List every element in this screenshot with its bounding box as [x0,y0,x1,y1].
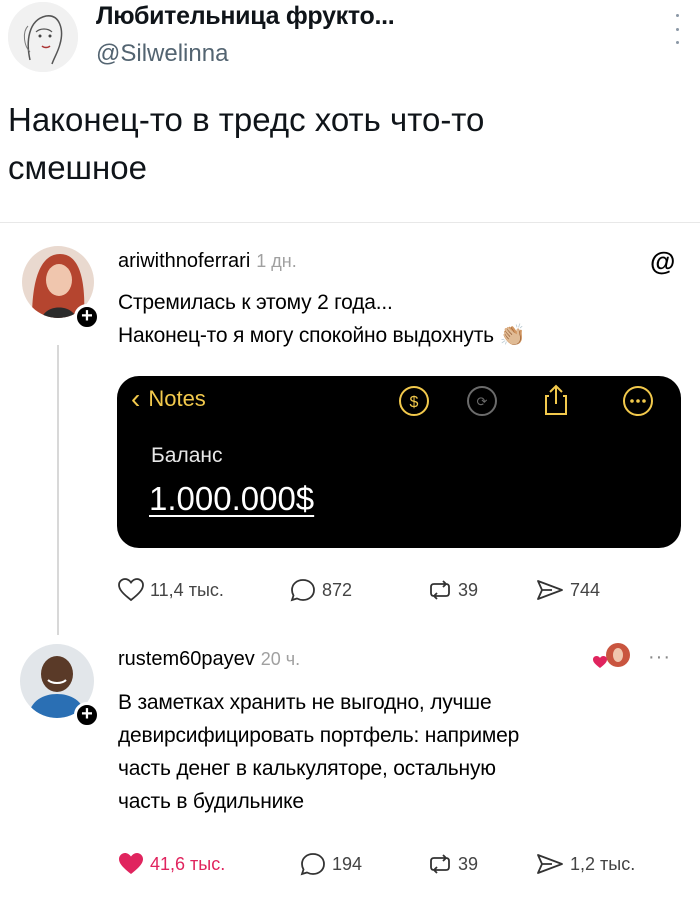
post2-repost-button[interactable]: 39 [428,852,478,876]
post2-time: 20 ч. [260,649,301,669]
post1-comment-count: 872 [322,579,353,600]
post2-comment-count: 194 [332,853,363,874]
send-icon [537,854,563,874]
chevron-left-icon: ‹ [131,383,141,414]
repost-icon [430,580,450,600]
author-avatar[interactable] [8,2,78,72]
post2-text-line: девирсифицировать портфель: например [118,724,520,747]
author-name[interactable]: Любительница фрукто... [96,2,395,31]
liked-by-author-icon [592,640,632,677]
post2-more-icon[interactable]: ··· [648,646,671,669]
notes-back-label: Notes [148,386,206,411]
post1-time: 1 дн. [256,251,297,271]
post1-share-button[interactable]: 744 [536,578,600,602]
post2-text-line: часть в будильнике [118,790,304,813]
post2-share-button[interactable]: 1,2 тыс. [536,852,635,876]
svg-text:$: $ [410,394,419,411]
post2-repost-count: 39 [458,853,479,874]
post1-text-line: Стремилась к этому 2 года... [118,291,393,314]
post2-text-line: В заметках хранить не выгодно, лучше [118,691,492,714]
post2-comment-button[interactable]: 194 [300,852,362,876]
tweet-text-line: Наконец-то в тредс хоть что-то [8,101,485,138]
notes-back-button[interactable]: ‹ Notes [131,383,206,414]
thread-connector-line [57,345,59,635]
post1-text: Стремилась к этому 2 года... Наконец-то … [118,286,526,352]
tweet-text: Наконец-то в тредс хоть что-то смешное [8,96,688,192]
more-options-icon[interactable] [674,14,680,44]
post1-username-text[interactable]: ariwithnoferrari [118,250,250,272]
post2-like-button[interactable]: 41,6 тыс. [118,852,225,876]
post1-username[interactable]: ariwithnoferrari 1 дн. [118,250,297,273]
post1-like-button[interactable]: 11,4 тыс. [118,578,224,602]
notes-screenshot: ‹ Notes $ ⟳ Баланс 1.000.000$ [117,376,681,548]
send-icon [537,580,563,600]
follow-plus-icon[interactable]: + [74,702,100,728]
convert-icon[interactable]: ⟳ [467,386,497,416]
more-options-icon[interactable] [623,386,653,416]
post2-like-count: 41,6 тыс. [150,853,226,874]
post2-share-count: 1,2 тыс. [570,853,636,874]
post1-repost-button[interactable]: 39 [428,578,478,602]
tweet-text-line: смешное [8,149,147,186]
post1-comment-button[interactable]: 872 [290,578,352,602]
post2-username-text[interactable]: rustem60payev [118,648,255,670]
post1-like-count: 11,4 тыс. [150,579,224,600]
heart-outline-icon [118,578,144,602]
currency-icon[interactable]: $ [399,386,429,416]
post2-text: В заметках хранить не выгодно, лучше дев… [118,686,519,818]
svg-text:⟳: ⟳ [477,394,488,409]
follow-plus-icon[interactable]: + [74,304,100,330]
post2-text-line: часть денег в калькуляторе, остальную [118,757,496,780]
share-icon[interactable] [543,384,569,421]
post1-share-count: 744 [570,579,601,600]
comment-icon [300,853,325,876]
post1-text-line: Наконец-то я могу спокойно выдохнуть 👏🏼 [118,324,526,347]
author-handle[interactable]: @Silwelinna [96,40,228,68]
comment-icon [290,579,315,602]
notes-balance-label: Баланс [151,444,223,467]
threads-logo-icon: @ [650,246,676,276]
notes-balance-value: 1.000.000$ [149,480,315,517]
repost-icon [430,854,450,874]
heart-filled-icon [119,853,143,874]
post2-username[interactable]: rustem60payev 20 ч. [118,648,300,671]
post1-repost-count: 39 [458,579,479,600]
